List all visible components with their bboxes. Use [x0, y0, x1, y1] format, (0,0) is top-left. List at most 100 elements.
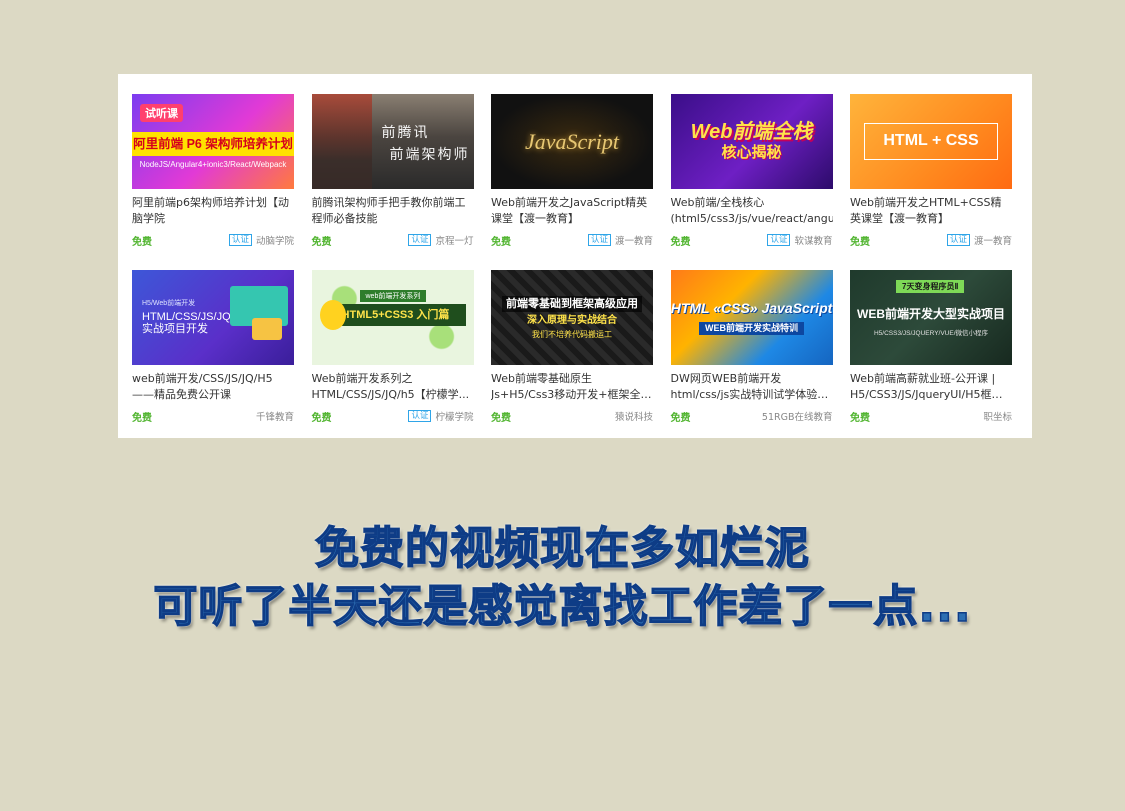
course-card[interactable]: 试听课 阿里前端 P6 架构师培养计划 NodeJS/Angular4+ioni…	[132, 94, 294, 260]
organization[interactable]: 认证 动脑学院	[228, 233, 294, 247]
verified-badge: 认证	[408, 410, 432, 422]
course-card[interactable]: 前端零基础到框架高级应用 深入原理与实战结合 我们不培养代码搬运工 Web前端零…	[491, 270, 653, 436]
course-thumbnail[interactable]: 试听课 阿里前端 P6 架构师培养计划 NodeJS/Angular4+ioni…	[132, 94, 294, 189]
thumb-headline: HTML/CSS/JS/JQ	[142, 310, 231, 323]
thumb-subline: 核心揭秘	[721, 144, 782, 162]
course-card[interactable]: HTML «CSS» JavaScript WEB前端开发实战特训 DW网页WE…	[670, 270, 833, 436]
org-name[interactable]: 柠檬学院	[435, 409, 473, 423]
course-meta: 免费 认证 柠檬学院	[311, 409, 474, 424]
course-title[interactable]: Web前端/全栈核心(html5/css3/js/vue/react/angul…	[671, 195, 833, 227]
price-label: 免费	[132, 236, 152, 248]
course-thumbnail[interactable]: JavaScript	[491, 94, 653, 189]
caption-line-1: 免费的视频现在多如烂泥	[314, 522, 810, 575]
thumb-headline: HTML5+CSS3 入门篇	[325, 304, 466, 326]
organization[interactable]: 千锋教育	[256, 409, 294, 423]
course-meta: 免费 职坐标	[850, 409, 1012, 424]
thumb-kicker: 7天变身程序员Ⅱ	[896, 280, 965, 293]
trial-class-tag: 试听课	[140, 104, 183, 122]
org-name[interactable]: 猿说科技	[615, 409, 653, 423]
thumb-headline: 阿里前端 P6 架构师培养计划	[132, 132, 294, 156]
organization[interactable]: 职坐标	[983, 409, 1012, 423]
course-thumbnail[interactable]: Web前端全栈 核心揭秘	[670, 94, 833, 189]
organization[interactable]: 猿说科技	[615, 409, 653, 423]
price-label: 免费	[670, 236, 691, 248]
course-card[interactable]: HTML + CSS Web前端开发之HTML+CSS精英课堂【渡一教育】 免费…	[850, 94, 1012, 260]
thumb-frame: HTML + CSS	[864, 123, 998, 160]
org-name[interactable]: 渡一教育	[974, 233, 1012, 247]
verified-badge: 认证	[228, 234, 252, 246]
course-meta: 免费 认证 渡一教育	[491, 233, 653, 248]
course-thumbnail[interactable]: HTML «CSS» JavaScript WEB前端开发实战特训	[670, 270, 833, 365]
organization[interactable]: 认证 柠檬学院	[408, 409, 474, 423]
course-meta: 免费 千锋教育	[132, 409, 294, 424]
course-meta: 免费 认证 软谋教育	[670, 233, 833, 248]
thumb-subline: 前端架构师	[389, 146, 470, 162]
course-card[interactable]: 前腾讯 前端架构师 前腾讯架构师手把手教你前端工程师必备技能 免费 认证 京程一…	[311, 94, 474, 260]
org-name[interactable]: 千锋教育	[256, 409, 294, 423]
course-title[interactable]: Web前端零基础原生Js+H5/Css3移动开发+框架全栈高级应用【猿...	[491, 371, 653, 403]
course-thumbnail[interactable]: 前端零基础到框架高级应用 深入原理与实战结合 我们不培养代码搬运工	[491, 270, 653, 365]
slide-background: 试听课 阿里前端 P6 架构师培养计划 NodeJS/Angular4+ioni…	[0, 0, 1125, 811]
course-card[interactable]: Web前端全栈 核心揭秘 Web前端/全栈核心(html5/css3/js/vu…	[670, 94, 833, 260]
course-thumbnail[interactable]: H5/Web前端开发 HTML/CSS/JS/JQ 实战项目开发	[132, 270, 294, 365]
course-thumbnail[interactable]: 7天变身程序员Ⅱ WEB前端开发大型实战项目 H5/CSS3/JS/JQUERY…	[850, 270, 1012, 365]
course-thumbnail[interactable]: HTML + CSS	[850, 94, 1012, 189]
course-title[interactable]: DW网页WEB前端开发html/css/js实战特训试学体验直播课-51RGB	[671, 371, 833, 403]
thumb-subline: 实战项目开发	[142, 322, 208, 335]
verified-badge: 认证	[946, 234, 970, 246]
verified-badge: 认证	[408, 234, 432, 246]
organization[interactable]: 51RGB在线教育	[762, 409, 833, 423]
organization[interactable]: 认证 渡一教育	[587, 233, 653, 247]
thumb-subline: WEB前端开发实战特训	[699, 322, 804, 335]
price-label: 免费	[491, 236, 511, 248]
course-title[interactable]: Web前端开发之JavaScript精英课堂【渡一教育】	[491, 195, 653, 227]
org-name[interactable]: 京程一灯	[435, 233, 473, 247]
course-card[interactable]: H5/Web前端开发 HTML/CSS/JS/JQ 实战项目开发 web前端开发…	[132, 270, 294, 436]
course-card[interactable]: 7天变身程序员Ⅱ WEB前端开发大型实战项目 H5/CSS3/JS/JQUERY…	[850, 270, 1012, 436]
org-name[interactable]: 软谋教育	[794, 233, 832, 247]
thumb-headline: Web前端全栈	[690, 121, 813, 144]
course-title[interactable]: 阿里前端p6架构师培养计划【动脑学院	[132, 195, 294, 227]
thumb-subline: NodeJS/Angular4+ionic3/React/Webpack	[139, 160, 287, 169]
thumb-headline: 前腾讯	[381, 124, 430, 140]
thumb-headline: HTML «CSS» JavaScript	[670, 300, 833, 317]
course-title[interactable]: 前腾讯架构师手把手教你前端工程师必备技能	[312, 195, 474, 227]
organization[interactable]: 认证 京程一灯	[408, 233, 474, 247]
course-thumbnail[interactable]: 前腾讯 前端架构师	[311, 94, 474, 189]
thumb-headline: WEB前端开发大型实战项目	[857, 307, 1005, 322]
thumb-kicker: H5/Web前端开发	[142, 300, 196, 308]
course-meta: 免费 认证 动脑学院	[132, 233, 294, 248]
thumb-subline: H5/CSS3/JS/JQUERY/VUE/微信小程序	[873, 329, 989, 337]
course-grid: 试听课 阿里前端 P6 架构师培养计划 NodeJS/Angular4+ioni…	[132, 94, 1012, 436]
thumb-headline: 前端零基础到框架高级应用	[502, 295, 642, 313]
thumb-tagline: 我们不培养代码搬运工	[532, 329, 612, 339]
price-label: 免费	[311, 236, 332, 248]
course-title[interactable]: web前端开发/CSS/JS/JQ/H5——精品免费公开课	[132, 371, 294, 403]
course-thumbnail[interactable]: web前端开发系列 HTML5+CSS3 入门篇	[311, 270, 474, 365]
course-list-panel: 试听课 阿里前端 P6 架构师培养计划 NodeJS/Angular4+ioni…	[118, 74, 1032, 438]
ui-mockup-graphic	[252, 318, 282, 340]
lemon-mascot-icon	[319, 300, 346, 330]
org-name[interactable]: 51RGB在线教育	[762, 409, 833, 423]
course-meta: 免费 猿说科技	[491, 409, 653, 424]
course-card[interactable]: web前端开发系列 HTML5+CSS3 入门篇 Web前端开发系列之HTML/…	[311, 270, 474, 436]
org-name[interactable]: 渡一教育	[615, 233, 653, 247]
price-label: 免费	[311, 412, 332, 424]
org-name[interactable]: 职坐标	[983, 409, 1012, 423]
course-meta: 免费 51RGB在线教育	[671, 409, 833, 424]
organization[interactable]: 认证 渡一教育	[946, 233, 1012, 247]
price-label: 免费	[850, 412, 870, 424]
verified-badge: 认证	[587, 234, 611, 246]
thumb-headline: JavaScript	[524, 128, 620, 154]
course-card[interactable]: JavaScript Web前端开发之JavaScript精英课堂【渡一教育】 …	[491, 94, 653, 260]
caption-line-2: 可听了半天还是感觉离找工作差了一点...	[153, 580, 972, 633]
course-title[interactable]: Web前端开发之HTML+CSS精英课堂【渡一教育】	[850, 195, 1012, 227]
thumb-kicker: web前端开发系列	[359, 290, 427, 302]
course-title[interactable]: Web前端高薪就业班-公开课 | H5/CSS3/JS/JqueryUI/H5框…	[850, 371, 1012, 403]
org-name[interactable]: 动脑学院	[256, 233, 294, 247]
course-title[interactable]: Web前端开发系列之HTML/CSS/JS/JQ/h5【柠檬学...	[312, 371, 474, 403]
runner-shoe-graphic	[311, 94, 372, 189]
thumb-subline: 深入原理与实战结合	[527, 315, 617, 327]
price-label: 免费	[132, 412, 152, 424]
organization[interactable]: 认证 软谋教育	[767, 233, 833, 247]
